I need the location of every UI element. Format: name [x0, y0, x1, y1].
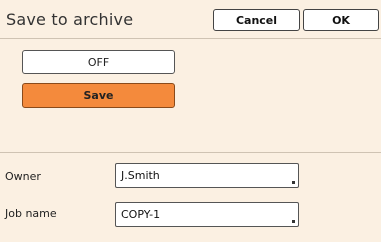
- job-name-value: COPY-1: [121, 208, 161, 221]
- dialog-header: Save to archive Cancel OK: [0, 0, 381, 38]
- job-name-label: Job name: [5, 207, 57, 220]
- field-corner-marker: [292, 220, 295, 223]
- cancel-button[interactable]: Cancel: [213, 9, 300, 31]
- dialog-title: Save to archive: [6, 10, 134, 29]
- section-divider: [0, 152, 381, 153]
- owner-value: J.Smith: [121, 169, 160, 182]
- field-corner-marker: [292, 181, 295, 184]
- owner-field[interactable]: J.Smith: [115, 163, 299, 188]
- save-option-button[interactable]: Save: [22, 83, 175, 108]
- owner-label: Owner: [5, 170, 41, 183]
- job-name-field[interactable]: COPY-1: [115, 202, 299, 227]
- off-option-button[interactable]: OFF: [22, 50, 175, 74]
- ok-button[interactable]: OK: [303, 9, 379, 31]
- header-divider: [0, 38, 381, 39]
